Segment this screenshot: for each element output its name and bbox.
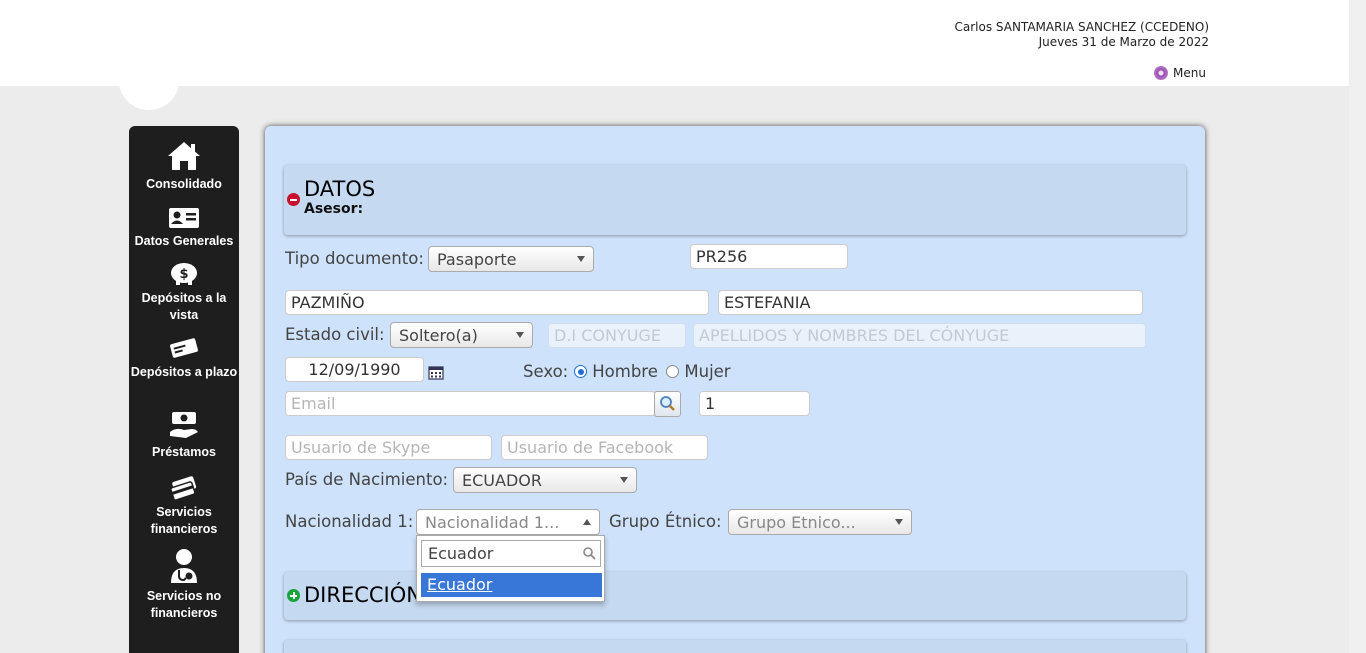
pais-nacimiento-value: ECUADOR [462, 471, 542, 490]
sidebar-item-label: Préstamos [152, 445, 216, 459]
estado-civil-select[interactable]: Soltero(a) [390, 322, 533, 348]
sidebar-item-label: Consolidado [146, 177, 222, 191]
chevron-down-icon [516, 332, 524, 338]
user-service-icon [171, 549, 197, 583]
sexo-label: Sexo: [523, 362, 569, 381]
sidebar-item-servicios-no-financieros[interactable]: Servicios no financieros [129, 548, 239, 622]
expand-icon[interactable] [287, 589, 300, 602]
datos-section-header[interactable]: DATOS Asesor: [284, 165, 1186, 235]
current-date: Jueves 31 de Marzo de 2022 [1038, 35, 1209, 49]
sidebar-item-depositos-vista[interactable]: $ Depósitos a la vista [129, 260, 239, 324]
sidebar-item-label: Servicios financieros [150, 505, 218, 536]
radio-empty-icon [666, 365, 680, 378]
nombre-conyuge-field[interactable]: APELLIDOS Y NOMBRES DEL CÓNYUGE [693, 323, 1146, 348]
chevron-down-icon [620, 477, 628, 483]
dropdown-search-value: Ecuador [428, 544, 494, 563]
skype-field[interactable]: Usuario de Skype [285, 435, 492, 460]
pais-nacimiento-label: País de Nacimiento: [285, 470, 449, 489]
id-card-icon [169, 208, 199, 228]
next-section-header[interactable] [284, 640, 1186, 653]
menu-label: Menu [1173, 66, 1206, 80]
menu-gear-icon [1154, 66, 1168, 80]
collapse-icon[interactable] [287, 193, 300, 206]
nacionalidad-select[interactable]: Nacionalidad 1... [416, 509, 600, 535]
sidebar-item-label: Servicios no financieros [146, 589, 222, 620]
numero-field[interactable]: 1 [699, 391, 810, 416]
nacionalidad-label: Nacionalidad 1: [285, 512, 414, 531]
sidebar-item-label: Depósitos a plazo [130, 365, 238, 379]
grupo-etnico-select[interactable]: Grupo Etnico... [728, 509, 912, 535]
sidebar: Consolidado Datos Generales $ Depósitos … [129, 126, 239, 653]
chevron-down-icon [577, 256, 585, 262]
user-info: Carlos SANTAMARIA SANCHEZ (CCEDENO) Juev… [955, 20, 1210, 50]
chevron-up-icon [583, 519, 591, 525]
tipo-documento-select[interactable]: Pasaporte [428, 246, 594, 272]
datos-title: DATOS [304, 177, 376, 201]
sidebar-item-depositos-plazo[interactable]: Depósitos a plazo [129, 336, 239, 381]
di-conyuge-field[interactable]: D.I CONYUGE [548, 323, 686, 348]
calendar-icon[interactable] [428, 364, 444, 380]
piggy-bank-icon: $ [171, 263, 197, 285]
fecha-nacimiento-field[interactable]: 12/09/1990 [285, 357, 424, 382]
sidebar-item-label: Datos Generales [134, 234, 234, 248]
page-scrollbar[interactable] [1349, 0, 1366, 653]
tipo-documento-label: Tipo documento: [285, 249, 424, 268]
dropdown-option-ecuador[interactable]: Ecuador [421, 573, 602, 597]
top-header: Carlos SANTAMARIA SANCHEZ (CCEDENO) Juev… [0, 0, 1349, 86]
radio-selected-icon [574, 365, 587, 378]
radio-mujer[interactable]: Mujer [666, 362, 731, 381]
nombres-field[interactable]: ESTEFANIA [718, 290, 1143, 315]
logo [119, 52, 179, 110]
direccion-title: DIRECCIÓN [304, 583, 422, 607]
sidebar-item-datos-generales[interactable]: Datos Generales [129, 207, 239, 250]
magnifier-icon [660, 396, 675, 411]
sidebar-item-consolidado[interactable]: Consolidado [129, 140, 239, 193]
radio-hombre-label: Hombre [592, 362, 658, 381]
sidebar-item-label: Depósitos a la vista [141, 291, 227, 322]
radio-hombre[interactable]: Hombre [574, 362, 658, 381]
menu-button[interactable]: Menu [1154, 66, 1206, 80]
asesor-label: Asesor: [304, 201, 364, 217]
radio-mujer-label: Mujer [684, 362, 731, 381]
facebook-field[interactable]: Usuario de Facebook [501, 435, 708, 460]
documento-numero-field[interactable]: PR256 [690, 244, 848, 269]
nacionalidad-value: Nacionalidad 1... [425, 513, 560, 532]
sidebar-item-servicios-financieros[interactable]: Servicios financieros [129, 476, 239, 538]
cheque-icon [170, 338, 198, 358]
home-icon [168, 142, 200, 170]
apellidos-field[interactable]: PAZMIÑO [285, 290, 709, 315]
email-field[interactable]: Email [285, 391, 656, 416]
pais-nacimiento-select[interactable]: ECUADOR [453, 467, 637, 493]
chevron-down-icon [895, 519, 903, 525]
estado-civil-label: Estado civil: [285, 325, 385, 344]
dropdown-search-input[interactable]: Ecuador [421, 540, 601, 567]
user-name: Carlos SANTAMARIA SANCHEZ (CCEDENO) [954, 20, 1210, 34]
sexo-radio-group: Hombre Mujer [574, 362, 731, 381]
cards-icon [170, 476, 197, 500]
tipo-documento-value: Pasaporte [437, 250, 517, 269]
estado-civil-value: Soltero(a) [399, 326, 478, 345]
sidebar-item-prestamos[interactable]: Préstamos [129, 410, 239, 461]
grupo-etnico-label: Grupo Étnico: [609, 512, 722, 531]
svg-text:$: $ [179, 267, 188, 282]
loan-hand-icon [170, 412, 198, 438]
nacionalidad-dropdown: Ecuador Ecuador [416, 535, 605, 602]
grupo-etnico-value: Grupo Etnico... [737, 513, 856, 532]
search-icon [583, 547, 596, 560]
email-search-button[interactable] [654, 391, 681, 417]
